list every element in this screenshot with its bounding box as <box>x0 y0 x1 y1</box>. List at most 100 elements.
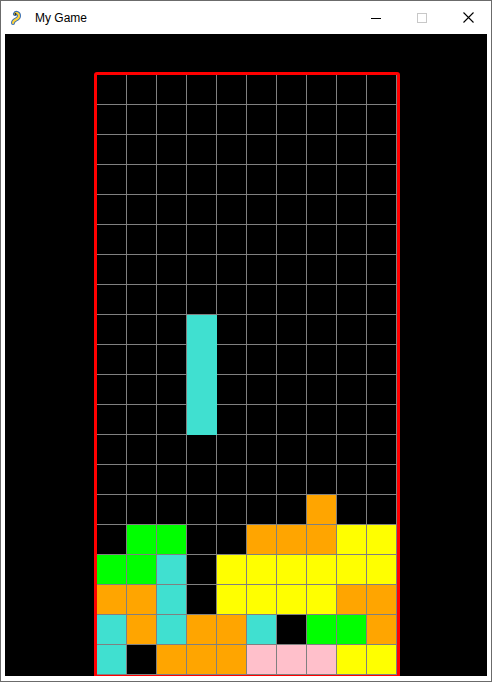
board-cell <box>217 375 246 404</box>
board-cell <box>277 525 306 554</box>
board-cell <box>217 495 246 524</box>
board-cell <box>307 405 336 434</box>
board-cell <box>277 375 306 404</box>
maximize-button[interactable] <box>399 1 445 34</box>
board-cell <box>277 75 306 104</box>
board-cell <box>307 105 336 134</box>
board-cell <box>367 135 396 164</box>
board-cell <box>127 405 156 434</box>
board-cell <box>337 315 366 344</box>
board-cell <box>337 495 366 524</box>
board-cell <box>247 405 276 434</box>
board-cell <box>277 195 306 224</box>
board-cell <box>307 255 336 284</box>
board-cell <box>97 225 126 254</box>
board-cell <box>97 195 126 224</box>
board-cell <box>187 105 216 134</box>
board-cell <box>337 645 366 674</box>
board-cell <box>367 225 396 254</box>
board-cell <box>367 645 396 674</box>
board-cell <box>247 135 276 164</box>
board-cell <box>217 225 246 254</box>
board-cell <box>217 435 246 464</box>
board-cell <box>97 555 126 584</box>
board-cell <box>157 555 186 584</box>
board-cell <box>247 555 276 584</box>
board-cell <box>337 75 366 104</box>
board-cell <box>247 75 276 104</box>
board-cell <box>97 315 126 344</box>
board-cell <box>157 105 186 134</box>
board-cell <box>367 75 396 104</box>
board-cell <box>97 495 126 524</box>
board-cell <box>217 555 246 584</box>
board-cell <box>157 465 186 494</box>
board-cell <box>367 315 396 344</box>
board-cell <box>187 435 216 464</box>
board-cell <box>127 225 156 254</box>
board-cell <box>337 135 366 164</box>
board-cell <box>277 645 306 674</box>
board-cell <box>367 195 396 224</box>
board-cell <box>127 495 156 524</box>
board-cell <box>127 615 156 644</box>
board-cell <box>97 585 126 614</box>
board-cell <box>277 255 306 284</box>
board-cell <box>247 645 276 674</box>
board-cell <box>157 195 186 224</box>
board-cell <box>127 255 156 284</box>
board-cell <box>127 555 156 584</box>
active-piece-cell <box>187 375 217 405</box>
board-cell <box>277 435 306 464</box>
board-cell <box>367 555 396 584</box>
board-cell <box>337 255 366 284</box>
board-cell <box>187 555 216 584</box>
board-cell <box>157 75 186 104</box>
board-cell <box>127 75 156 104</box>
board-cell <box>157 255 186 284</box>
board-cell <box>337 555 366 584</box>
board-cell <box>337 195 366 224</box>
board-cell <box>247 165 276 194</box>
board-cell <box>97 405 126 434</box>
board-cell <box>247 375 276 404</box>
board-cell <box>247 495 276 524</box>
board-cell <box>187 495 216 524</box>
board-cell <box>127 195 156 224</box>
board-cell <box>217 195 246 224</box>
board-cell <box>157 165 186 194</box>
active-piece-cell <box>187 315 217 345</box>
board-cell <box>367 255 396 284</box>
board-cell <box>97 255 126 284</box>
board-cell <box>307 195 336 224</box>
board-cell <box>127 345 156 374</box>
board-cell <box>277 135 306 164</box>
board-cell <box>217 165 246 194</box>
board-cell <box>217 105 246 134</box>
board-cell <box>157 135 186 164</box>
board-cell <box>157 525 186 554</box>
maximize-icon <box>417 13 427 23</box>
board-cell <box>157 435 186 464</box>
minimize-icon <box>371 13 381 23</box>
board-cell <box>307 555 336 584</box>
board-cell <box>97 345 126 374</box>
board-cell <box>97 525 126 554</box>
board-cell <box>217 255 246 284</box>
board-cell <box>187 585 216 614</box>
board-cell <box>367 615 396 644</box>
minimize-button[interactable] <box>353 1 399 34</box>
board-cell <box>307 525 336 554</box>
board-cell <box>187 135 216 164</box>
close-button[interactable] <box>445 1 491 34</box>
board-cell <box>187 465 216 494</box>
board-cell <box>307 135 336 164</box>
board-cell <box>337 615 366 644</box>
board-cell <box>217 75 246 104</box>
board-cell <box>247 345 276 374</box>
board-cell <box>277 585 306 614</box>
board-cell <box>307 285 336 314</box>
board-cell <box>217 345 246 374</box>
board-cell <box>187 615 216 644</box>
board-cell <box>277 465 306 494</box>
